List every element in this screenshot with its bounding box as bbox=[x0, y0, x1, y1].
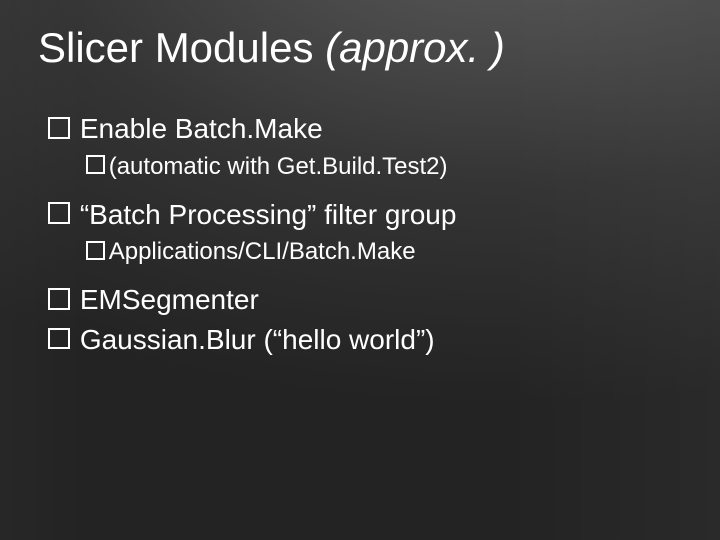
bullet-1-text: Enable Batch.Make bbox=[80, 113, 323, 144]
title-main: Slicer Modules bbox=[38, 24, 325, 71]
bullet-box-icon bbox=[86, 155, 105, 174]
body-block: Enable Batch.Make (automatic with Get.Bu… bbox=[48, 112, 660, 362]
bullet-4-text: Gaussian.Blur (“hello world”) bbox=[80, 324, 435, 355]
bullet-box-icon bbox=[48, 117, 70, 139]
bullet-box-icon bbox=[48, 288, 70, 310]
bullet-1-sub-text: (automatic with Get.Build.Test2) bbox=[109, 153, 448, 180]
slide: Slicer Modules (approx. ) Enable Batch.M… bbox=[0, 0, 720, 540]
bullet-3-text: EMSegmenter bbox=[80, 284, 259, 315]
bullet-1: Enable Batch.Make bbox=[48, 112, 660, 146]
slide-title: Slicer Modules (approx. ) bbox=[38, 24, 680, 72]
bullet-2-sub-text: Applications/CLI/Batch.Make bbox=[109, 238, 416, 265]
bullet-1-sub: (automatic with Get.Build.Test2) bbox=[86, 152, 660, 182]
bullet-box-icon bbox=[48, 328, 70, 350]
bullet-box-icon bbox=[86, 241, 105, 260]
bullet-2: “Batch Processing” filter group bbox=[48, 198, 660, 232]
title-block: Slicer Modules (approx. ) bbox=[38, 24, 680, 72]
bullet-2-text: “Batch Processing” filter group bbox=[80, 199, 457, 230]
bullet-2-sub: Applications/CLI/Batch.Make bbox=[86, 237, 660, 267]
bullet-4: Gaussian.Blur (“hello world”) bbox=[48, 323, 660, 357]
title-italic: (approx. ) bbox=[325, 24, 505, 71]
bullet-box-icon bbox=[48, 202, 70, 224]
bullet-3: EMSegmenter bbox=[48, 283, 660, 317]
